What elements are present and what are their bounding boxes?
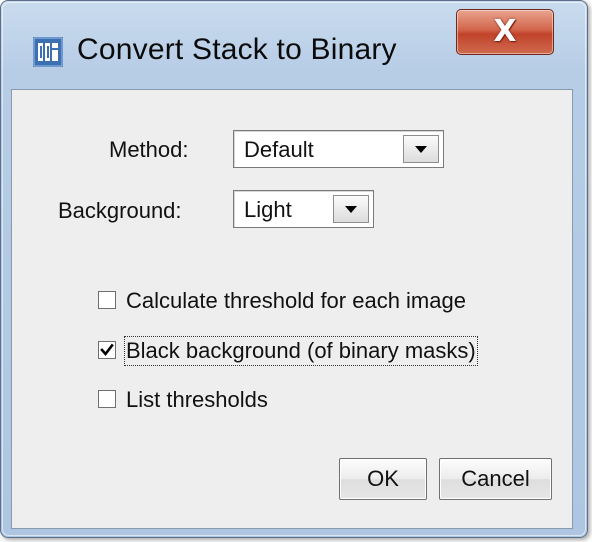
cancel-button[interactable]: Cancel <box>439 458 552 500</box>
method-select[interactable]: Default <box>233 130 444 168</box>
chevron-down-icon <box>345 206 357 213</box>
method-dropdown-button[interactable] <box>403 135 439 163</box>
option-black-background[interactable]: Black background (of binary masks) <box>98 336 568 366</box>
close-icon: X <box>493 14 517 49</box>
background-label: Background: <box>58 198 182 223</box>
checkmark-icon <box>100 343 114 357</box>
list-thresholds-label: List thresholds <box>126 387 268 412</box>
option-list-thresholds[interactable]: List thresholds <box>98 387 398 415</box>
close-button[interactable]: X <box>456 9 554 55</box>
option-calculate-threshold[interactable]: Calculate threshold for each image <box>98 288 558 316</box>
window-title: Convert Stack to Binary <box>77 33 397 66</box>
background-dropdown-button[interactable] <box>333 195 369 223</box>
black-background-checkbox[interactable] <box>98 341 116 359</box>
calculate-threshold-checkbox[interactable] <box>98 291 116 309</box>
background-select-value: Light <box>244 197 292 222</box>
dialog-body: Method: Default Background: Light Calcul… <box>11 89 573 529</box>
calculate-threshold-label: Calculate threshold for each image <box>126 288 466 313</box>
background-select[interactable]: Light <box>233 190 374 228</box>
dialog-window: Convert Stack to Binary X Method: Defaul… <box>0 0 588 538</box>
chevron-down-icon <box>415 146 427 153</box>
black-background-label: Black background (of binary masks) <box>124 336 478 366</box>
method-label: Method: <box>109 137 189 162</box>
title-bar[interactable]: Convert Stack to Binary X <box>1 1 587 91</box>
method-select-value: Default <box>244 137 314 162</box>
ok-button[interactable]: OK <box>339 458 427 500</box>
imagej-app-icon <box>33 37 63 67</box>
list-thresholds-checkbox[interactable] <box>98 390 116 408</box>
